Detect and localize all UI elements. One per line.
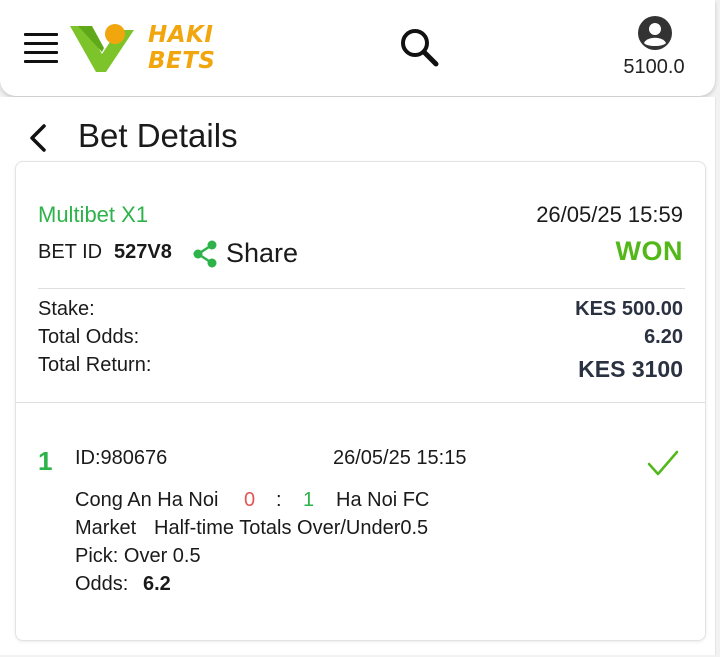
account-button[interactable]: 5100.0 xyxy=(614,14,694,80)
share-icon xyxy=(193,240,217,268)
logo-mark-icon xyxy=(70,24,134,72)
balance-text: 5100.0 xyxy=(623,56,685,78)
share-label: Share xyxy=(226,238,299,268)
stake-value: KES 500.00 xyxy=(575,298,683,320)
total-return-label: Total Return: xyxy=(38,354,152,376)
pick-text: Pick: Over 0.5 xyxy=(75,545,201,567)
selection-date: 26/05/25 15:15 xyxy=(333,447,467,469)
bet-type: Multibet X1 xyxy=(38,202,149,227)
market-label: Market xyxy=(75,517,137,539)
hamburger-menu-icon[interactable] xyxy=(24,29,60,63)
bet-details-page: Bet Details Multibet X1 26/05/25 15:59 B… xyxy=(0,97,716,655)
divider xyxy=(16,402,705,403)
market-value: Half-time Totals Over/Under0.5 xyxy=(154,517,429,539)
total-odds-value: 6.20 xyxy=(644,326,683,348)
bet-id-label: BET ID xyxy=(38,241,103,263)
bet-date: 26/05/25 15:59 xyxy=(536,202,683,227)
home-team: Cong An Ha Noi xyxy=(75,489,219,511)
page-title: Bet Details xyxy=(78,117,238,154)
logo-line-2: BETS xyxy=(148,48,216,74)
logo-line-1: HAKI xyxy=(148,22,214,48)
score-separator: : xyxy=(276,489,282,511)
selection-id: ID:980676 xyxy=(75,447,168,469)
stake-label: Stake: xyxy=(38,298,95,320)
app-header: HAKI BETS 5100.0 xyxy=(0,0,715,96)
bet-id-value: 527V8 xyxy=(114,241,172,263)
checkmark-icon xyxy=(647,450,679,476)
search-icon[interactable] xyxy=(398,26,440,68)
account-circle-icon xyxy=(638,16,672,50)
haki-bets-logo[interactable]: HAKI BETS xyxy=(68,20,228,76)
away-score: 1 xyxy=(303,489,315,511)
total-return-value: KES 3100 xyxy=(578,356,683,382)
odds-label: Odds: xyxy=(75,573,129,595)
logo-text: HAKI BETS xyxy=(148,22,216,74)
selection-number: 1 xyxy=(38,446,53,476)
bet-status-badge: WON xyxy=(615,236,683,266)
away-team: Ha Noi FC xyxy=(336,489,430,511)
home-score: 0 xyxy=(244,489,256,511)
odds-value: 6.2 xyxy=(143,573,171,595)
chevron-left-icon[interactable] xyxy=(26,123,52,153)
divider xyxy=(38,288,685,289)
total-odds-label: Total Odds: xyxy=(38,326,140,348)
bet-card: Multibet X1 26/05/25 15:59 BET ID 527V8 … xyxy=(15,161,706,641)
